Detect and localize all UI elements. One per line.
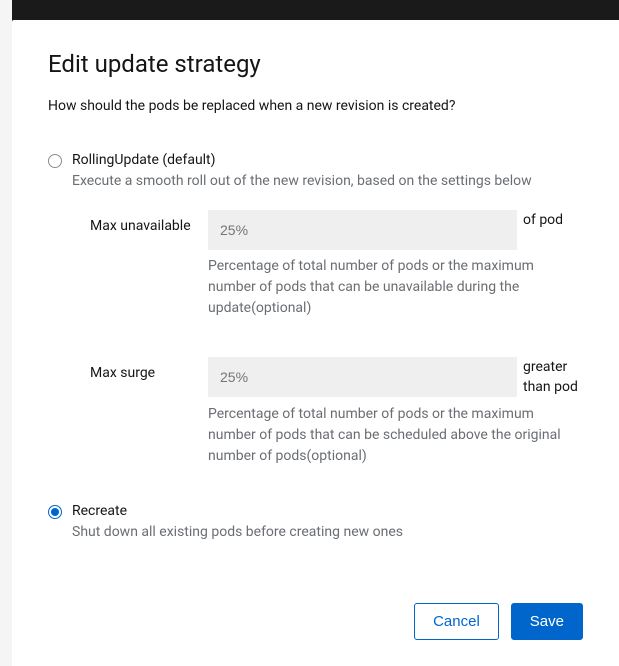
option-recreate: Recreate Shut down all existing pods bef… <box>48 501 583 543</box>
max-surge-suffix: greater than pod <box>523 357 583 398</box>
cancel-button[interactable]: Cancel <box>414 603 499 641</box>
rolling-update-sub: Execute a smooth roll out of the new rev… <box>72 171 583 192</box>
max-surge-input[interactable] <box>208 357 517 397</box>
rolling-update-fields: Max unavailable of pod Percentage of tot… <box>90 210 583 467</box>
max-unavailable-help: Percentage of total number of pods or th… <box>208 256 583 319</box>
radio-icon[interactable] <box>48 505 62 519</box>
edit-update-strategy-modal: Edit update strategy How should the pods… <box>12 20 619 666</box>
max-unavailable-label: Max unavailable <box>90 210 208 236</box>
field-max-unavailable: Max unavailable of pod Percentage of tot… <box>90 210 583 319</box>
save-button[interactable]: Save <box>511 603 583 641</box>
max-surge-label: Max surge <box>90 357 208 383</box>
recreate-label: Recreate <box>72 501 583 522</box>
radio-label-block: RollingUpdate (default) Execute a smooth… <box>72 150 583 192</box>
field-body: greater than pod Percentage of total num… <box>208 357 583 467</box>
strategy-radio-group: RollingUpdate (default) Execute a smooth… <box>48 150 583 543</box>
backdrop <box>0 0 12 666</box>
radio-row-rolling[interactable]: RollingUpdate (default) Execute a smooth… <box>48 150 583 192</box>
field-body: of pod Percentage of total number of pod… <box>208 210 583 319</box>
recreate-sub: Shut down all existing pods before creat… <box>72 522 583 543</box>
modal-description: How should the pods be replaced when a n… <box>48 98 583 114</box>
max-unavailable-suffix: of pod <box>523 210 583 250</box>
modal-title: Edit update strategy <box>48 50 583 78</box>
field-max-surge: Max surge greater than pod Percentage of… <box>90 357 583 467</box>
modal-body: Edit update strategy How should the pods… <box>12 20 619 585</box>
rolling-update-label: RollingUpdate (default) <box>72 150 583 171</box>
radio-label-block: Recreate Shut down all existing pods bef… <box>72 501 583 543</box>
radio-row-recreate[interactable]: Recreate Shut down all existing pods bef… <box>48 501 583 543</box>
option-rolling-update: RollingUpdate (default) Execute a smooth… <box>48 150 583 467</box>
radio-icon[interactable] <box>48 154 62 168</box>
max-unavailable-input[interactable] <box>208 210 517 250</box>
max-surge-help: Percentage of total number of pods or th… <box>208 404 583 467</box>
modal-footer: Cancel Save <box>12 585 619 666</box>
